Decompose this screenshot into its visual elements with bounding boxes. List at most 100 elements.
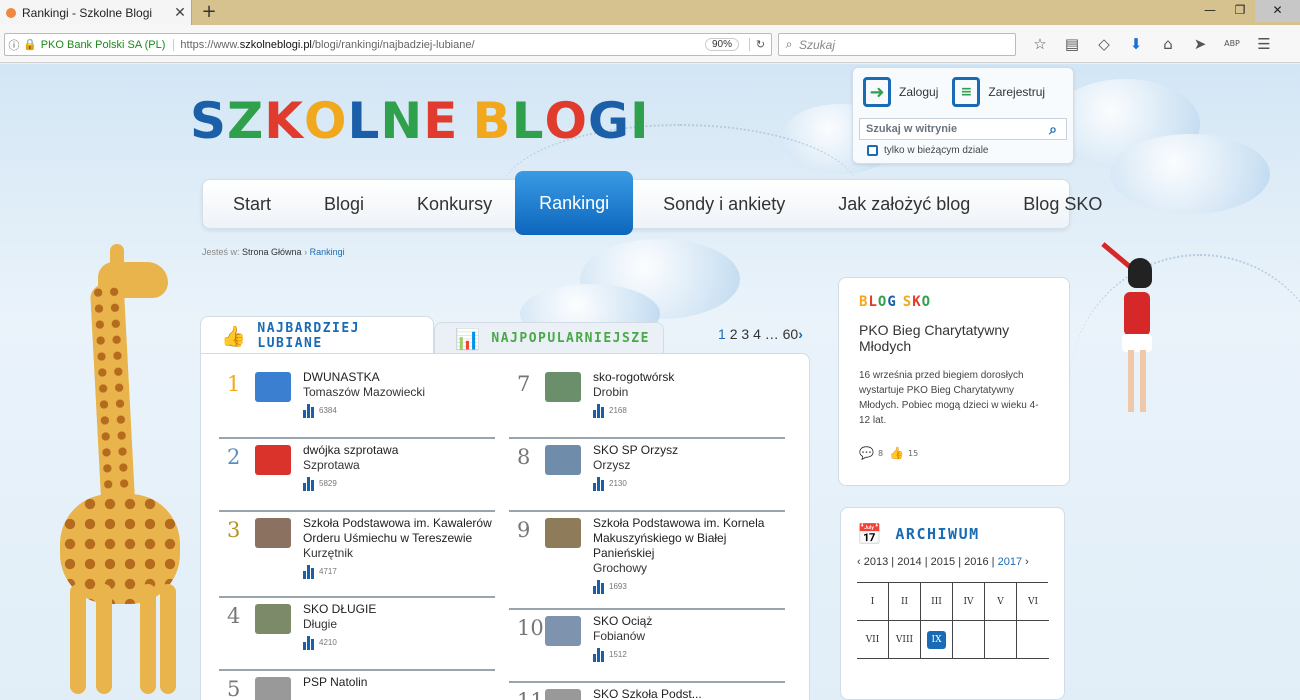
ranking-entry[interactable]: 4 SKO DŁUGIE Długie 4210 — [219, 598, 495, 671]
info-icon[interactable]: ⓘ — [5, 37, 23, 53]
school-thumbnail[interactable] — [255, 372, 291, 402]
register-link[interactable]: Zarejestruj — [988, 85, 1045, 99]
menu-item-blog-sko[interactable]: Blog SKO — [993, 179, 1125, 229]
menu-item-sondy-i-ankiety[interactable]: Sondy i ankiety — [633, 179, 808, 229]
page-link[interactable]: 2 — [730, 326, 738, 342]
comment-icon[interactable]: 💬 — [859, 446, 874, 460]
menu-item-rankingi[interactable]: Rankingi — [515, 171, 634, 235]
site-search-input[interactable]: Szukaj w witrynie ⌕ — [859, 118, 1067, 140]
download-icon[interactable]: ⬇ — [1120, 33, 1152, 56]
archive-year-2015[interactable]: 2015 — [931, 556, 955, 568]
bookmark-star-icon[interactable]: ☆ — [1024, 33, 1056, 56]
blog-name-link[interactable]: PSP Natolin — [303, 675, 495, 690]
next-page-icon[interactable]: › — [798, 326, 803, 342]
page-link-current[interactable]: 1 — [718, 326, 726, 342]
blog-name-link[interactable]: sko-rogotwórsk — [593, 370, 785, 385]
like-count: 15 — [908, 448, 919, 458]
url-bar[interactable]: ⓘ 🔒 PKO Bank Polski SA (PL) https://www.… — [4, 33, 772, 56]
current-section-checkbox[interactable] — [867, 145, 878, 156]
archive-year-2017[interactable]: 2017 — [998, 556, 1022, 568]
school-thumbnail[interactable] — [255, 677, 291, 700]
home-icon[interactable]: ⌂ — [1152, 33, 1184, 56]
archive-month-label: V — [997, 596, 1004, 607]
breadcrumb-home[interactable]: Strona Główna — [242, 247, 302, 257]
ranking-entry[interactable]: 7 sko-rogotwórsk Drobin 2168 — [509, 366, 785, 439]
minimize-icon[interactable]: — — [1195, 0, 1225, 22]
browser-tab[interactable]: Rankingi - Szkolne Blogi ✕ — [0, 0, 192, 25]
menu-item-blogi[interactable]: Blogi — [294, 179, 387, 229]
site-logo[interactable]: SZKOLNE BLOGI — [190, 92, 650, 150]
archive-year-2016[interactable]: 2016 — [964, 556, 988, 568]
next-year-icon[interactable]: › — [1025, 556, 1029, 568]
adblock-icon[interactable]: ABP — [1216, 33, 1248, 56]
school-thumbnail[interactable] — [255, 445, 291, 475]
toolbar-icons: ☆ ▤ ◇ ⬇ ⌂ ➤ ABP ☰ — [1024, 33, 1280, 56]
new-tab-button[interactable]: + — [198, 2, 220, 24]
ranking-entry[interactable]: 11 SKO Szkoła Podst... — [509, 683, 785, 700]
blog-name-link[interactable]: SKO SP Orzysz — [593, 443, 785, 458]
blog-sko-post-title[interactable]: PKO Bieg Charytatywny Młodych — [859, 322, 1049, 354]
archive-month[interactable]: IV — [953, 583, 985, 621]
tab-most-popular[interactable]: 📊 NAJPOPULARNIEJSZE — [434, 322, 664, 354]
blog-name-link[interactable]: SKO Ociąż — [593, 614, 785, 629]
ranking-entry[interactable]: 8 SKO SP Orzysz Orzysz 2130 — [509, 439, 785, 512]
archive-month[interactable]: II — [889, 583, 921, 621]
blog-name-link[interactable]: SKO Szkoła Podst... — [593, 687, 785, 700]
school-thumbnail[interactable] — [255, 518, 291, 548]
archive-month[interactable]: VI — [1017, 583, 1049, 621]
menu-item-jak-założyć-blog[interactable]: Jak założyć blog — [808, 179, 993, 229]
school-thumbnail[interactable] — [545, 372, 581, 402]
login-link[interactable]: Zaloguj — [899, 85, 938, 99]
reading-list-icon[interactable]: ▤ — [1056, 33, 1088, 56]
blog-name-link[interactable]: SKO DŁUGIE — [303, 602, 495, 617]
ranking-entry[interactable]: 9 Szkoła Podstawowa im. Kornela Makuszyńs… — [509, 512, 785, 610]
ranking-entry[interactable]: 2 dwójka szprotawa Szprotawa 5829 — [219, 439, 495, 512]
ranking-position: 5 — [227, 677, 241, 700]
school-thumbnail[interactable] — [545, 616, 581, 646]
certificate-label[interactable]: PKO Bank Polski SA (PL) — [41, 38, 175, 51]
archive-month[interactable]: VIII — [889, 621, 921, 659]
close-tab-icon[interactable]: ✕ — [169, 5, 191, 21]
url-text[interactable]: https://www.szkolneblogi.pl/blogi/rankin… — [180, 39, 705, 51]
archive-year-2014[interactable]: 2014 — [897, 556, 921, 568]
pocket-icon[interactable]: ◇ — [1088, 33, 1120, 56]
page-link-last[interactable]: 60 — [783, 326, 799, 342]
archive-year-2013[interactable]: 2013 — [864, 556, 888, 568]
current-section-option[interactable]: tylko w bieżącym dziale — [867, 145, 1073, 156]
blog-name-link[interactable]: Szkoła Podstawowa im. Kornela Makuszyńsk… — [593, 516, 785, 561]
school-thumbnail[interactable] — [255, 604, 291, 634]
blog-name-link[interactable]: Szkoła Podstawowa im. Kawalerów Orderu U… — [303, 516, 495, 546]
hamburger-menu-icon[interactable]: ☰ — [1248, 33, 1280, 56]
reload-icon[interactable]: ↻ — [749, 38, 771, 51]
archive-month[interactable]: IX — [921, 621, 953, 659]
login-icon[interactable]: ➜ — [863, 77, 891, 107]
zoom-level[interactable]: 90% — [704, 38, 739, 51]
blog-name-link[interactable]: DWUNASTKA — [303, 370, 495, 385]
archive-month[interactable]: V — [985, 583, 1017, 621]
thumbs-up-icon[interactable]: 👍 — [889, 446, 904, 460]
ranking-entry[interactable]: 10 SKO Ociąż Fobianów 1512 — [509, 610, 785, 683]
ranking-entry[interactable]: 3 Szkoła Podstawowa im. Kawalerów Orderu … — [219, 512, 495, 598]
maximize-icon[interactable]: ❐ — [1225, 0, 1255, 22]
archive-month[interactable]: I — [857, 583, 889, 621]
menu-item-konkursy[interactable]: Konkursy — [387, 179, 515, 229]
tab-most-liked[interactable]: 👍 NAJBARDZIEJ LUBIANE — [200, 316, 434, 354]
archive-month[interactable]: VII — [857, 621, 889, 659]
school-thumbnail[interactable] — [545, 518, 581, 548]
archive-month[interactable]: III — [921, 583, 953, 621]
ranking-entry[interactable]: 5 PSP Natolin — [219, 671, 495, 700]
blog-sko-heading[interactable]: BLOG SKO — [859, 294, 1049, 310]
blog-name-link[interactable]: dwójka szprotawa — [303, 443, 495, 458]
school-thumbnail[interactable] — [545, 689, 581, 700]
search-icon[interactable]: ⌕ — [1040, 121, 1066, 138]
prev-year-icon[interactable]: ‹ — [857, 556, 861, 568]
ranking-entry[interactable]: 1 DWUNASTKA Tomaszów Mazowiecki 6384 — [219, 366, 495, 439]
window-close-icon[interactable]: ✕ — [1255, 0, 1300, 22]
send-icon[interactable]: ➤ — [1184, 33, 1216, 56]
page-link[interactable]: 3 — [741, 326, 749, 342]
register-icon[interactable]: ≡ — [952, 77, 981, 107]
school-thumbnail[interactable] — [545, 445, 581, 475]
menu-item-start[interactable]: Start — [203, 179, 294, 229]
browser-search-input[interactable]: ⌕ Szukaj — [778, 33, 1016, 56]
page-link[interactable]: 4 — [753, 326, 761, 342]
